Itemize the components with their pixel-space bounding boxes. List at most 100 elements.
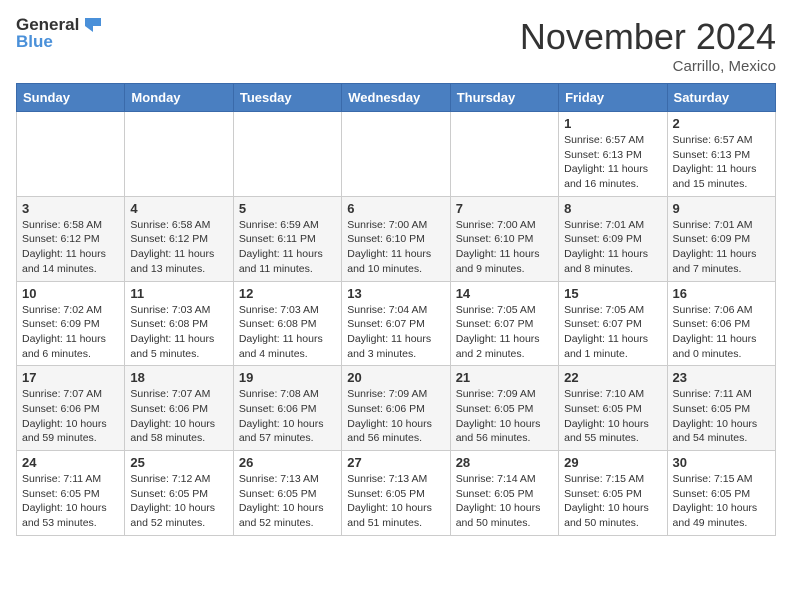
calendar-week-3: 10 Sunrise: 7:02 AM Sunset: 6:09 PM Dayli… bbox=[17, 281, 776, 366]
calendar-week-4: 17 Sunrise: 7:07 AM Sunset: 6:06 PM Dayli… bbox=[17, 366, 776, 451]
day-number: 6 bbox=[347, 201, 444, 216]
column-header-tuesday: Tuesday bbox=[233, 84, 341, 112]
calendar-cell: 26Sunrise: 7:13 AM Sunset: 6:05 PM Dayli… bbox=[233, 451, 341, 536]
column-header-sunday: Sunday bbox=[17, 84, 125, 112]
day-number: 28 bbox=[456, 455, 553, 470]
day-number: 29 bbox=[564, 455, 661, 470]
calendar-cell: 24 Sunrise: 7:11 AM Sunset: 6:05 PM Dayli… bbox=[17, 451, 125, 536]
day-info: Sunrise: 7:15 AM Sunset: 6:05 PM Dayligh… bbox=[564, 472, 661, 531]
day-info: Sunrise: 7:11 AM Sunset: 6:05 PM Dayligh… bbox=[673, 387, 770, 446]
day-number: 3 bbox=[22, 201, 119, 216]
calendar-cell: 1 Sunrise: 6:57 AM Sunset: 6:13 PM Daylig… bbox=[559, 112, 667, 197]
calendar-cell: 6 Sunrise: 7:00 AM Sunset: 6:10 PM Daylig… bbox=[342, 196, 450, 281]
calendar-cell: 13 Sunrise: 7:04 AM Sunset: 6:07 PM Dayli… bbox=[342, 281, 450, 366]
calendar-cell: 15 Sunrise: 7:05 AM Sunset: 6:07 PM Dayli… bbox=[559, 281, 667, 366]
day-number: 16 bbox=[673, 286, 770, 301]
day-number: 26 bbox=[239, 455, 336, 470]
logo-arrow-icon bbox=[81, 16, 103, 34]
column-header-friday: Friday bbox=[559, 84, 667, 112]
day-info: Sunrise: 7:10 AM Sunset: 6:05 PM Dayligh… bbox=[564, 387, 661, 446]
column-header-saturday: Saturday bbox=[667, 84, 775, 112]
day-info: Sunrise: 7:11 AM Sunset: 6:05 PM Dayligh… bbox=[22, 472, 119, 531]
calendar-cell: 21 Sunrise: 7:09 AM Sunset: 6:05 PM Dayli… bbox=[450, 366, 558, 451]
day-number: 27 bbox=[347, 455, 444, 470]
calendar-table: SundayMondayTuesdayWednesdayThursdayFrid… bbox=[16, 83, 776, 536]
day-info: Sunrise: 7:08 AM Sunset: 6:06 PM Dayligh… bbox=[239, 387, 336, 446]
day-number: 8 bbox=[564, 201, 661, 216]
day-info: Sunrise: 7:05 AM Sunset: 6:07 PM Dayligh… bbox=[564, 303, 661, 362]
day-number: 30 bbox=[673, 455, 770, 470]
day-number: 20 bbox=[347, 370, 444, 385]
calendar-cell: 19Sunrise: 7:08 AM Sunset: 6:06 PM Dayli… bbox=[233, 366, 341, 451]
column-header-thursday: Thursday bbox=[450, 84, 558, 112]
calendar-cell: 29 Sunrise: 7:15 AM Sunset: 6:05 PM Dayli… bbox=[559, 451, 667, 536]
day-info: Sunrise: 6:58 AM Sunset: 6:12 PM Dayligh… bbox=[130, 218, 227, 277]
calendar-cell bbox=[233, 112, 341, 197]
logo: General Blue bbox=[16, 16, 103, 51]
day-info: Sunrise: 6:58 AM Sunset: 6:12 PM Dayligh… bbox=[22, 218, 119, 277]
day-info: Sunrise: 7:03 AM Sunset: 6:08 PM Dayligh… bbox=[239, 303, 336, 362]
calendar-cell: 25Sunrise: 7:12 AM Sunset: 6:05 PM Dayli… bbox=[125, 451, 233, 536]
calendar-cell: 27 Sunrise: 7:13 AM Sunset: 6:05 PM Dayli… bbox=[342, 451, 450, 536]
title-section: November 2024 Carrillo, Mexico bbox=[520, 16, 776, 75]
calendar-cell bbox=[342, 112, 450, 197]
day-info: Sunrise: 7:14 AM Sunset: 6:05 PM Dayligh… bbox=[456, 472, 553, 531]
calendar-cell: 22 Sunrise: 7:10 AM Sunset: 6:05 PM Dayli… bbox=[559, 366, 667, 451]
calendar-cell: 10 Sunrise: 7:02 AM Sunset: 6:09 PM Dayli… bbox=[17, 281, 125, 366]
day-info: Sunrise: 7:05 AM Sunset: 6:07 PM Dayligh… bbox=[456, 303, 553, 362]
calendar-cell: 5 Sunrise: 6:59 AM Sunset: 6:11 PM Daylig… bbox=[233, 196, 341, 281]
calendar-cell: 16Sunrise: 7:06 AM Sunset: 6:06 PM Dayli… bbox=[667, 281, 775, 366]
day-number: 17 bbox=[22, 370, 119, 385]
day-number: 5 bbox=[239, 201, 336, 216]
day-number: 2 bbox=[673, 116, 770, 131]
day-number: 15 bbox=[564, 286, 661, 301]
day-info: Sunrise: 7:04 AM Sunset: 6:07 PM Dayligh… bbox=[347, 303, 444, 362]
day-info: Sunrise: 7:00 AM Sunset: 6:10 PM Dayligh… bbox=[456, 218, 553, 277]
calendar-cell: 7 Sunrise: 7:00 AM Sunset: 6:10 PM Daylig… bbox=[450, 196, 558, 281]
calendar-cell: 8Sunrise: 7:01 AM Sunset: 6:09 PM Daylig… bbox=[559, 196, 667, 281]
day-number: 24 bbox=[22, 455, 119, 470]
calendar-week-2: 3 Sunrise: 6:58 AM Sunset: 6:12 PM Daylig… bbox=[17, 196, 776, 281]
day-info: Sunrise: 6:59 AM Sunset: 6:11 PM Dayligh… bbox=[239, 218, 336, 277]
day-info: Sunrise: 7:02 AM Sunset: 6:09 PM Dayligh… bbox=[22, 303, 119, 362]
calendar-cell: 20Sunrise: 7:09 AM Sunset: 6:06 PM Dayli… bbox=[342, 366, 450, 451]
calendar-cell: 12 Sunrise: 7:03 AM Sunset: 6:08 PM Dayli… bbox=[233, 281, 341, 366]
day-number: 18 bbox=[130, 370, 227, 385]
day-info: Sunrise: 7:15 AM Sunset: 6:05 PM Dayligh… bbox=[673, 472, 770, 531]
column-header-monday: Monday bbox=[125, 84, 233, 112]
day-info: Sunrise: 6:57 AM Sunset: 6:13 PM Dayligh… bbox=[673, 133, 770, 192]
location: Carrillo, Mexico bbox=[520, 58, 776, 75]
calendar-cell: 28 Sunrise: 7:14 AM Sunset: 6:05 PM Dayli… bbox=[450, 451, 558, 536]
calendar-cell: 9 Sunrise: 7:01 AM Sunset: 6:09 PM Daylig… bbox=[667, 196, 775, 281]
day-info: Sunrise: 7:09 AM Sunset: 6:05 PM Dayligh… bbox=[456, 387, 553, 446]
calendar-cell: 30 Sunrise: 7:15 AM Sunset: 6:05 PM Dayli… bbox=[667, 451, 775, 536]
day-number: 11 bbox=[130, 286, 227, 301]
calendar-cell: 4 Sunrise: 6:58 AM Sunset: 6:12 PM Daylig… bbox=[125, 196, 233, 281]
day-info: Sunrise: 7:01 AM Sunset: 6:09 PM Dayligh… bbox=[673, 218, 770, 277]
calendar-cell: 11 Sunrise: 7:03 AM Sunset: 6:08 PM Dayli… bbox=[125, 281, 233, 366]
day-number: 1 bbox=[564, 116, 661, 131]
day-info: Sunrise: 7:03 AM Sunset: 6:08 PM Dayligh… bbox=[130, 303, 227, 362]
day-number: 22 bbox=[564, 370, 661, 385]
day-number: 7 bbox=[456, 201, 553, 216]
day-number: 12 bbox=[239, 286, 336, 301]
calendar-header-row: SundayMondayTuesdayWednesdayThursdayFrid… bbox=[17, 84, 776, 112]
calendar-cell bbox=[125, 112, 233, 197]
day-number: 4 bbox=[130, 201, 227, 216]
column-header-wednesday: Wednesday bbox=[342, 84, 450, 112]
day-info: Sunrise: 7:12 AM Sunset: 6:05 PM Dayligh… bbox=[130, 472, 227, 531]
day-number: 10 bbox=[22, 286, 119, 301]
day-number: 13 bbox=[347, 286, 444, 301]
calendar-body: 1 Sunrise: 6:57 AM Sunset: 6:13 PM Daylig… bbox=[17, 112, 776, 536]
calendar-week-1: 1 Sunrise: 6:57 AM Sunset: 6:13 PM Daylig… bbox=[17, 112, 776, 197]
day-info: Sunrise: 7:07 AM Sunset: 6:06 PM Dayligh… bbox=[22, 387, 119, 446]
calendar-cell: 3 Sunrise: 6:58 AM Sunset: 6:12 PM Daylig… bbox=[17, 196, 125, 281]
calendar-week-5: 24 Sunrise: 7:11 AM Sunset: 6:05 PM Dayli… bbox=[17, 451, 776, 536]
day-number: 9 bbox=[673, 201, 770, 216]
day-number: 21 bbox=[456, 370, 553, 385]
day-info: Sunrise: 7:07 AM Sunset: 6:06 PM Dayligh… bbox=[130, 387, 227, 446]
day-info: Sunrise: 7:13 AM Sunset: 6:05 PM Dayligh… bbox=[347, 472, 444, 531]
day-info: Sunrise: 7:00 AM Sunset: 6:10 PM Dayligh… bbox=[347, 218, 444, 277]
calendar-cell bbox=[17, 112, 125, 197]
day-info: Sunrise: 6:57 AM Sunset: 6:13 PM Dayligh… bbox=[564, 133, 661, 192]
